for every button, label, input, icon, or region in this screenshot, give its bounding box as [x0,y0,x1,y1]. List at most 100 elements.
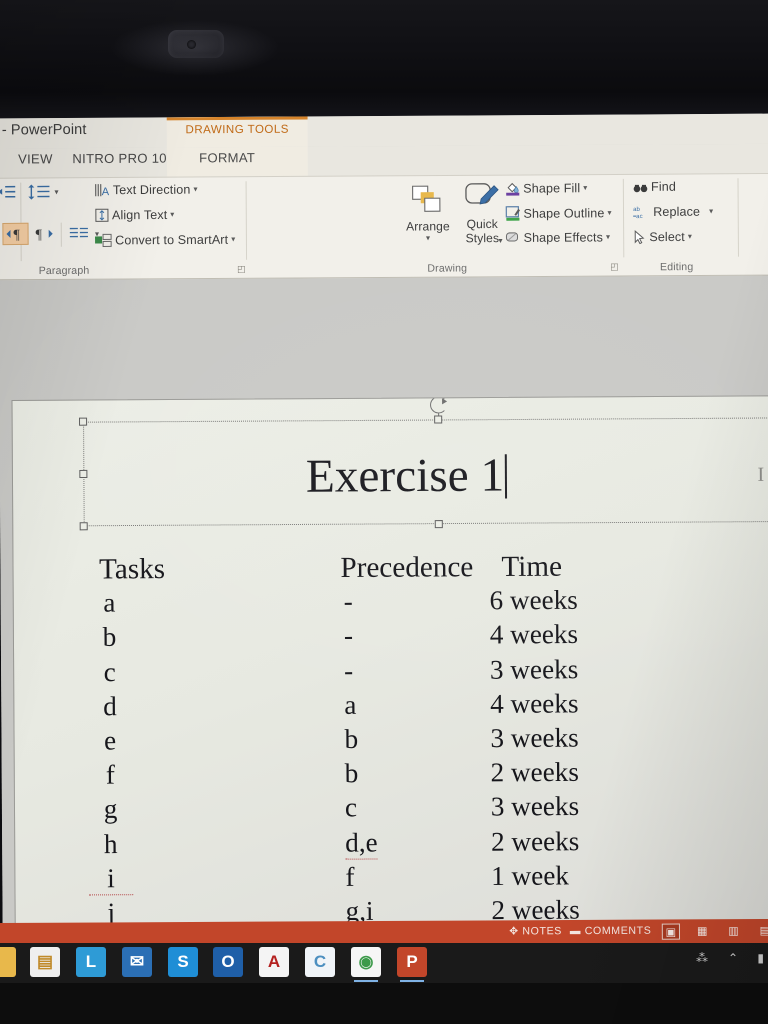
taskbar-icon-store[interactable]: ▤ [30,947,60,977]
group-label-paragraph: Paragraph [38,264,90,278]
cell-time: 2 weeks [490,825,580,857]
svg-text:¶: ¶ [36,227,43,243]
paragraph-dialog-launcher[interactable]: ◰ [237,264,246,275]
svg-text:ab: ab [633,207,640,213]
chevron-down-icon[interactable]: ▾ [170,210,174,219]
quick-styles-label-1: Quick [466,216,498,232]
replace-button[interactable]: ab ac Replace ▾ [633,205,713,223]
ltr-text-direction-icon[interactable]: ¶ [2,222,29,246]
taskbar-icon-c-app[interactable]: C [305,947,335,977]
tray-people-icon[interactable]: ⁂ [696,951,708,965]
tray-show-hidden-icons-icon[interactable]: ⌃ [728,951,738,965]
cell-precedence: - [343,620,354,651]
cell-precedence: - [344,654,354,686]
arrange-button[interactable]: Arrange ▾ [405,184,452,243]
chevron-down-icon[interactable]: ▾ [688,232,692,241]
cell-precedence: - [343,586,353,617]
shape-outline-icon [505,206,520,224]
resize-handle-bottom-center[interactable] [434,520,443,529]
ribbon: ▾ ¶ ¶ ▾ A Text Direction ▾ Align Text ▾ … [0,172,768,425]
ribbon-tab-row: VIEW NITRO PRO 10 FORMAT [0,143,768,178]
divider [622,178,625,258]
contextual-tab-group-label: DRAWING TOOLS [185,123,289,137]
cell-precedence: a [344,689,357,720]
taskbar-icon-skype[interactable]: S [168,947,198,977]
tab-format[interactable]: FORMAT [199,150,255,165]
text-insertion-caret [504,454,507,499]
group-label-drawing: Drawing [427,262,468,275]
text-direction-button[interactable]: A Text Direction ▾ [95,183,198,201]
cell-time: 1 week [491,860,570,891]
taskbar-icon-partial[interactable] [0,947,16,977]
shape-effects-icon [505,231,520,248]
select-label: Select [649,229,685,245]
taskbar-icon-outlook[interactable]: O [213,947,243,977]
notes-toggle-button[interactable]: ✥ NOTES [509,925,562,937]
columns-icon[interactable]: ▾ [66,222,99,244]
powerpoint-window: | - PowerPoint DRAWING TOOLS VIEW NITRO … [0,113,768,928]
view-normal-button[interactable]: ▣ [661,923,681,940]
webcam-lens-icon [187,40,196,49]
align-text-button[interactable]: Align Text ▾ [95,208,175,226]
shape-outline-button[interactable]: Shape Outline ▾ [505,205,612,224]
comments-toggle-button[interactable]: ▬ COMMENTS [570,925,652,938]
convert-to-smartart-button[interactable]: Convert to SmartArt ▾ [95,233,235,251]
taskbar-icon-lastpass[interactable]: L [76,947,106,977]
table-row: d a 4 weeks [88,687,692,725]
find-button[interactable]: Find [633,180,676,197]
laptop-bezel [0,0,768,118]
taskbar-icon-mail[interactable]: ✉ [122,947,152,977]
cell-time: 4 weeks [490,687,579,719]
view-slide-show-button[interactable]: ▤ [756,923,768,939]
title-placeholder[interactable]: Exercise 1 I [79,396,768,531]
chevron-down-icon[interactable]: ▾ [405,233,451,242]
taskbar-icon-chrome[interactable]: ◉ [351,947,381,982]
chevron-down-icon[interactable]: ▾ [607,208,611,217]
quick-styles-chevron-down-icon[interactable]: ▾ [498,236,502,245]
cell-task: h [103,828,118,859]
divider [245,181,248,260]
chevron-down-icon[interactable]: ▾ [606,232,610,241]
view-slide-sorter-button[interactable]: ▦ [693,923,711,939]
tray-battery-icon[interactable]: ▮ [757,951,764,965]
decrease-indent-icon[interactable] [0,183,16,201]
find-icon [633,180,648,197]
cell-time: 2 weeks [490,756,579,788]
arrange-label: Arrange [406,219,450,234]
desk-surface [0,983,768,1024]
shape-effects-button[interactable]: Shape Effects ▾ [505,230,610,248]
line-spacing-icon[interactable]: ▾ [25,182,59,200]
chevron-down-icon[interactable]: ▾ [193,185,197,194]
resize-handle-top-center[interactable] [434,415,443,424]
slide-title-text: Exercise 1 [305,449,505,503]
taskbar-icon-powerpoint[interactable]: P [397,947,427,982]
view-reading-button[interactable]: ▥ [724,923,742,939]
slide-title[interactable]: Exercise 1 [84,447,728,505]
title-bar: | - PowerPoint DRAWING TOOLS [0,113,768,149]
tab-nitro-pro[interactable]: NITRO PRO 10 [72,151,167,167]
tab-view[interactable]: VIEW [18,151,53,166]
resize-handle-top-left[interactable] [79,417,88,426]
find-label: Find [650,179,676,194]
rotation-handle-icon[interactable] [429,396,448,414]
drawing-dialog-launcher[interactable]: ◰ [610,261,619,272]
shape-fill-button[interactable]: Shape Fill ▾ [505,180,587,199]
content-table[interactable]: Tasks Precedence Time a - 6 weeks b - 4 … [87,550,693,928]
table-row: h d,e 2 weeks [89,825,693,863]
cell-task: e [104,725,117,756]
slide-canvas[interactable]: Exercise 1 I Tasks Precedence Time a - 6… [11,395,768,928]
chevron-down-icon[interactable]: ▾ [231,235,235,244]
cell-task: g [103,793,118,825]
chevron-down-icon[interactable]: ▾ [583,183,587,192]
chevron-down-icon[interactable]: ▾ [709,207,713,216]
resize-handle-bottom-left[interactable] [79,522,88,531]
select-button[interactable]: Select ▾ [633,230,692,247]
arrange-icon [412,185,441,212]
rtl-text-direction-icon[interactable]: ¶ [32,223,58,245]
cell-task: f [105,759,115,790]
taskbar-icon-adobe[interactable]: A [259,947,289,977]
group-label-editing: Editing [659,260,694,274]
comments-toggle-label: COMMENTS [584,924,652,938]
shape-fill-icon [505,181,520,199]
notes-toggle-label: NOTES [522,925,562,938]
